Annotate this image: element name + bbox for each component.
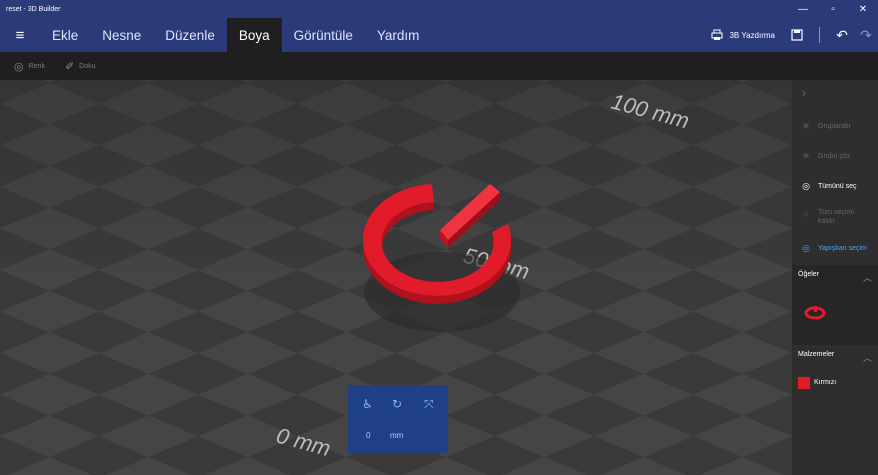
menu-tab-help[interactable]: Yardım	[365, 18, 432, 52]
texture-label: Doku	[79, 62, 96, 70]
collapse-materials-icon[interactable]: ︿	[863, 351, 872, 364]
menu-tab-view[interactable]: Görüntüle	[282, 18, 365, 52]
palette-icon: ◎	[14, 60, 24, 73]
materials-header: Malzemeler	[798, 351, 835, 358]
materials-section: Malzemeler ︿ Kırmızı	[792, 345, 878, 475]
menu-tab-edit[interactable]: Düzenle	[153, 18, 227, 52]
select-all-button[interactable]: ◎ Tümünü seç	[800, 180, 857, 192]
right-side-panel: › ✳ Gruplandır ✳ Grubu çöz ◎ Tümünü seç …	[792, 80, 878, 475]
color-button[interactable]: ◎ Renk	[0, 60, 51, 73]
maximize-button[interactable]: ▫	[818, 0, 848, 18]
deselect-label-line2: kaldır	[818, 218, 836, 225]
undo-icon[interactable]: ↶	[830, 18, 854, 52]
gizmo-unit: mm	[390, 431, 404, 440]
title-bar: reset - 3D Builder — ▫ ✕	[0, 0, 878, 18]
separator	[819, 27, 820, 43]
sticky-selection-label: Yapışkan seçim	[818, 244, 867, 252]
3d-viewport[interactable]: 100 mm 50 mm 0 mm ♿ ↻ ⤧ 0 mm	[0, 80, 792, 475]
close-button[interactable]: ✕	[848, 0, 878, 18]
scale-icon[interactable]: ⤧	[424, 397, 434, 412]
printer-icon	[711, 29, 723, 40]
brush-icon: ✐	[64, 60, 75, 73]
menu-bar: ≡ Ekle Nesne Düzenle Boya Görüntüle Yard…	[0, 18, 878, 52]
window-title: reset - 3D Builder	[6, 5, 61, 13]
save-icon[interactable]	[785, 18, 809, 52]
menu-tab-paint[interactable]: Boya	[226, 18, 282, 52]
3d-print-button[interactable]: 3B Yazdırma	[701, 29, 785, 41]
transform-gizmo-panel: ♿ ↻ ⤧ 0 mm	[348, 385, 448, 453]
material-swatch[interactable]	[798, 377, 810, 389]
group-button[interactable]: ✳ Gruplandır	[800, 120, 851, 132]
collapse-items-icon[interactable]: ︿	[863, 271, 872, 284]
sticky-selection-icon: ◎	[802, 242, 810, 253]
select-all-icon: ◎	[802, 180, 810, 191]
chevron-right-icon[interactable]: ›	[802, 86, 806, 100]
ungroup-icon: ✳	[802, 150, 810, 161]
paint-toolbar: ◎ Renk ✐ Doku	[0, 52, 878, 80]
deselect-all-button[interactable]: ○ Tüm seçimi kaldır	[800, 208, 854, 226]
ungroup-button[interactable]: ✳ Grubu çöz	[800, 150, 850, 162]
rotate-icon[interactable]: ↻	[392, 397, 402, 411]
group-label: Gruplandır	[818, 122, 852, 130]
select-all-label: Tümünü seç	[818, 182, 857, 190]
items-section: Öğeler ︿	[792, 265, 878, 345]
material-name: Kırmızı	[814, 379, 837, 386]
deselect-label-line1: Tüm seçimi	[818, 209, 854, 216]
group-icon: ✳	[802, 120, 810, 131]
minimize-button[interactable]: —	[788, 0, 818, 18]
hamburger-menu-icon[interactable]: ≡	[0, 18, 40, 52]
menu-tab-insert[interactable]: Ekle	[40, 18, 90, 52]
color-label: Renk	[28, 62, 45, 70]
sticky-selection-button[interactable]: ◎ Yapışkan seçim	[800, 242, 867, 254]
texture-button[interactable]: ✐ Doku	[51, 60, 102, 73]
3d-print-label: 3B Yazdırma	[729, 30, 775, 40]
ungroup-label: Grubu çöz	[818, 152, 851, 160]
item-thumbnail[interactable]	[804, 305, 826, 319]
redo-icon[interactable]: ↷	[854, 18, 878, 52]
menu-tab-object[interactable]: Nesne	[90, 18, 153, 52]
gizmo-value[interactable]: 0	[366, 431, 370, 440]
items-header: Öğeler	[798, 271, 820, 278]
move-icon[interactable]: ♿	[362, 397, 373, 411]
deselect-icon: ○	[803, 209, 809, 219]
